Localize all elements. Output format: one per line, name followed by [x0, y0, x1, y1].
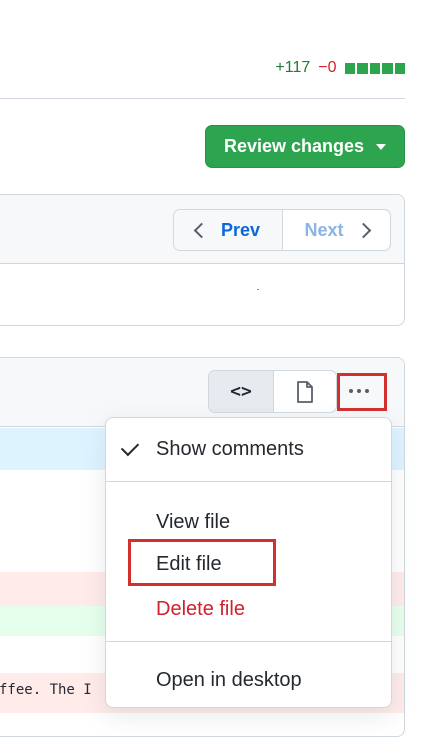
divider [0, 98, 405, 99]
menu-item-delete-file[interactable]: Delete file [156, 598, 245, 621]
menu-item-view-file[interactable]: View file [156, 511, 230, 534]
review-changes-button[interactable]: Review changes [205, 125, 405, 168]
more-options-highlight [337, 373, 387, 411]
menu-item-show-comments[interactable]: Show comments [156, 438, 304, 461]
file-icon [297, 380, 313, 403]
prev-button[interactable]: Prev [174, 210, 283, 250]
rich-view-button[interactable] [274, 371, 336, 412]
additions-count: +117 [275, 59, 311, 76]
diffstat-block [344, 62, 355, 74]
menu-divider [106, 481, 391, 482]
menu-item-open-in-desktop[interactable]: Open in desktop [156, 669, 302, 692]
next-label: Next [304, 219, 344, 240]
menu-divider [106, 641, 391, 642]
code-view-button[interactable]: <> [209, 371, 274, 412]
code-icon: <> [230, 381, 252, 402]
edit-file-highlight [128, 539, 276, 586]
pager-card-header: Prev Next [0, 195, 404, 264]
chevron-right-icon [355, 222, 371, 238]
diffstat-block [382, 62, 393, 74]
view-toggle: <> [208, 370, 337, 413]
check-icon [120, 437, 140, 457]
prev-label: Prev [220, 219, 261, 240]
code-line-text: ffee. The I [0, 682, 92, 698]
pager-card: Prev Next [0, 194, 405, 326]
deletions-count: −0 [318, 59, 337, 76]
caret-down-icon [376, 143, 387, 150]
diffstat: +117 −0 [275, 58, 405, 78]
diffstat-block [394, 62, 405, 74]
pager: Prev Next [173, 209, 391, 251]
review-changes-label: Review changes [223, 136, 365, 156]
diffstat-block [357, 62, 368, 74]
next-button[interactable]: Next [283, 210, 390, 250]
chevron-left-icon [193, 222, 210, 238]
diffstat-block [369, 62, 380, 74]
diffstat-blocks [344, 62, 405, 74]
speck [257, 289, 259, 290]
